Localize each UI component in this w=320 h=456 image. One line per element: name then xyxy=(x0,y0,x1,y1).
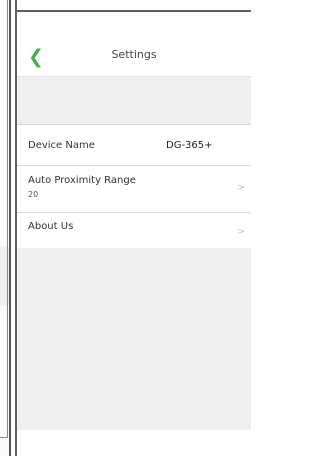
adjacent-screen-border xyxy=(0,0,8,438)
bottom-bar xyxy=(17,430,251,456)
device-name-row: Device Name DG-365+ xyxy=(17,124,251,166)
chevron-right-icon: > xyxy=(237,183,245,193)
chevron-right-icon: > xyxy=(237,227,245,237)
adjacent-screen-divider xyxy=(9,0,11,456)
adjacent-screen-edge xyxy=(0,0,11,456)
settings-list: Device Name DG-365+ Auto Proximity Range… xyxy=(17,124,251,250)
chevron-left-icon[interactable]: ❮ xyxy=(25,45,47,69)
auto-proximity-range-row[interactable]: Auto Proximity Range 20 > xyxy=(17,166,251,213)
auto-proximity-range-label: Auto Proximity Range xyxy=(28,175,136,186)
nav-bar: ❮ Settings xyxy=(17,40,251,77)
screen-top-frame xyxy=(15,0,251,12)
device-name-label: Device Name xyxy=(28,140,95,151)
device-name-value: DG-365+ xyxy=(166,140,213,151)
page-title: Settings xyxy=(111,48,157,61)
header-spacer xyxy=(17,77,251,124)
auto-proximity-range-value: 20 xyxy=(28,190,39,199)
about-us-row[interactable]: About Us > xyxy=(17,213,251,250)
empty-content-area xyxy=(17,248,251,430)
about-us-label: About Us xyxy=(28,221,74,232)
